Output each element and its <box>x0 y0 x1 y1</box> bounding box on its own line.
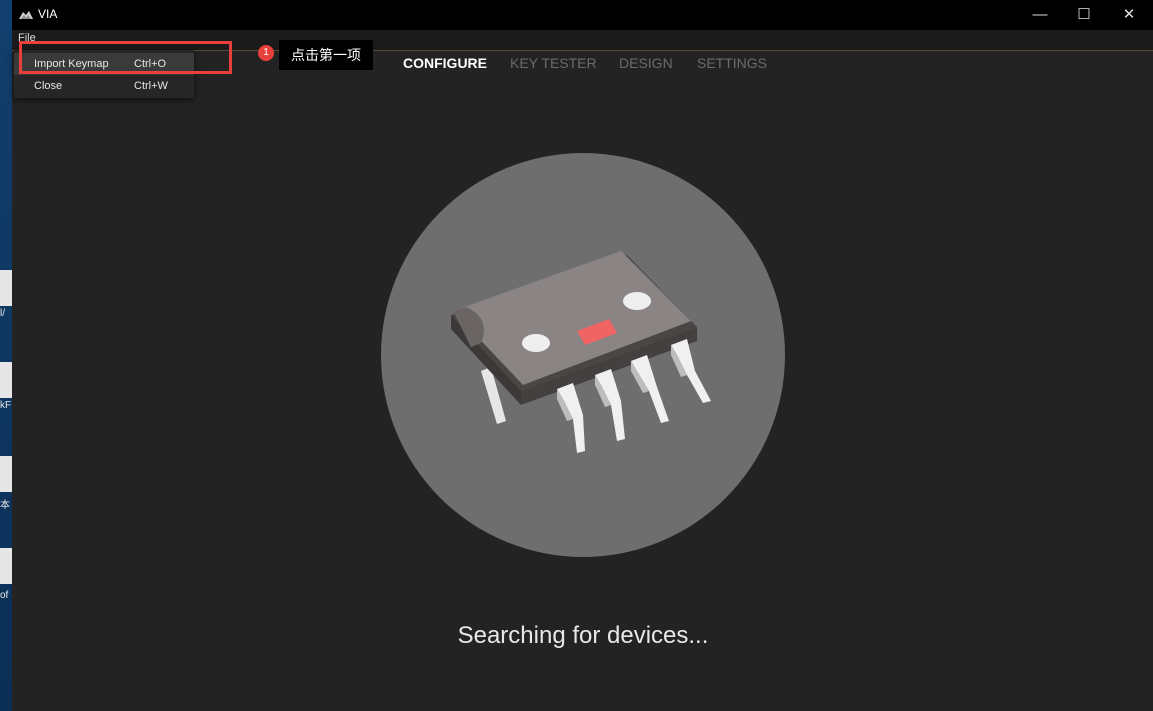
annotation-tooltip: 点击第一项 <box>279 40 373 70</box>
desktop-icon[interactable] <box>0 270 12 306</box>
tab-settings[interactable]: SETTINGS <box>697 55 767 71</box>
minimize-button[interactable]: — <box>1020 4 1060 26</box>
menu-item-label: Close <box>34 80 63 92</box>
status-message: Searching for devices... <box>457 622 709 649</box>
close-button[interactable]: ✕ <box>1109 4 1149 26</box>
menu-item-close[interactable]: Close Ctrl+W <box>14 75 194 97</box>
desktop-icon[interactable] <box>0 456 12 492</box>
desktop-icon-label: kF <box>0 400 12 411</box>
via-logo-icon <box>19 11 33 19</box>
desktop-icon-label: l/ <box>0 308 5 319</box>
menu-item-shortcut: Ctrl+W <box>134 80 168 92</box>
desktop-icon-label: of <box>0 590 9 601</box>
annotation-step-badge: 1 <box>258 45 274 61</box>
maximize-button[interactable]: ☐ <box>1064 4 1104 26</box>
chip-icon <box>451 251 711 453</box>
annotation-highlight-box <box>19 41 232 74</box>
desktop-background <box>0 0 12 711</box>
title-bar: VIA — ☐ ✕ <box>12 0 1153 30</box>
desktop-icon[interactable] <box>0 362 12 398</box>
app-window: VIA — ☐ ✕ File CONFIGURE KEY TESTER DESI… <box>12 0 1153 711</box>
tab-key-tester[interactable]: KEY TESTER <box>510 55 597 71</box>
tab-design[interactable]: DESIGN <box>619 55 673 71</box>
desktop-icon[interactable] <box>0 548 12 584</box>
window-title: VIA <box>38 7 58 21</box>
tab-configure[interactable]: CONFIGURE <box>403 55 487 71</box>
desktop-icon-label: 本 <box>0 500 10 511</box>
